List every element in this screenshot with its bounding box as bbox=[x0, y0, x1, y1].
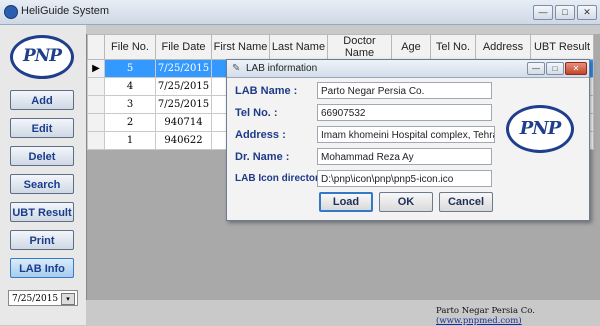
minimize-button[interactable]: — bbox=[533, 5, 553, 20]
logo-preview-text: PNP bbox=[519, 118, 562, 139]
dialog-title-bar: ✎ LAB information — □ ✕ bbox=[227, 60, 589, 78]
column-header-doctor-name[interactable]: Doctor Name bbox=[327, 34, 392, 60]
file-no-cell[interactable]: 5 bbox=[104, 59, 156, 78]
file-date-cell[interactable]: 7/25/2015 bbox=[155, 59, 212, 78]
maximize-button[interactable]: □ bbox=[555, 5, 575, 20]
row-header[interactable] bbox=[87, 77, 105, 96]
address-label: Address : bbox=[235, 129, 286, 141]
row-header[interactable] bbox=[87, 95, 105, 114]
file-date-cell[interactable]: 940622 bbox=[155, 131, 212, 150]
delete-button[interactable]: Delet bbox=[10, 146, 74, 166]
title-bar: HeliGuide System — □ ✕ bbox=[0, 0, 600, 25]
file-date-cell[interactable]: 7/25/2015 bbox=[155, 77, 212, 96]
column-header-file-date[interactable]: File Date bbox=[155, 34, 212, 60]
lab-name-label: LAB Name : bbox=[235, 85, 298, 97]
file-no-cell[interactable]: 4 bbox=[104, 77, 156, 96]
ok-button[interactable]: OK bbox=[379, 192, 433, 212]
column-header-first-name[interactable]: First Name bbox=[211, 34, 270, 60]
column-header-last-name[interactable]: Last Name bbox=[269, 34, 328, 60]
print-button[interactable]: Print bbox=[10, 230, 74, 250]
close-button[interactable]: ✕ bbox=[577, 5, 597, 20]
file-date-cell[interactable]: 940714 bbox=[155, 113, 212, 132]
pnp-logo: PNP bbox=[10, 35, 74, 79]
dialog-minimize-button[interactable]: — bbox=[527, 62, 545, 75]
dr-name-field[interactable]: Mohammad Reza Ay bbox=[317, 148, 492, 165]
footer: Parto Negar Persia Co. (www.pnpmed.com) bbox=[436, 306, 600, 326]
dr-name-label: Dr. Name : bbox=[235, 151, 290, 163]
column-header-ubt-result[interactable]: UBT Result bbox=[530, 34, 594, 60]
add-button[interactable]: Add bbox=[10, 90, 74, 110]
footer-company: Parto Negar Persia Co. bbox=[436, 306, 535, 316]
icon-directory-field[interactable]: D:\pnp\icon\pnp\pnp5-icon.ico bbox=[317, 170, 492, 187]
grid-header-row: File No. File Date First Name Last Name … bbox=[87, 34, 594, 60]
date-value: 7/25/2015 bbox=[12, 294, 59, 304]
search-button[interactable]: Search bbox=[10, 174, 74, 194]
file-date-cell[interactable]: 7/25/2015 bbox=[155, 95, 212, 114]
row-header-corner bbox=[87, 34, 105, 60]
lab-information-dialog: ✎ LAB information — □ ✕ LAB Name : Parto… bbox=[226, 59, 590, 221]
lab-info-button[interactable]: LAB Info bbox=[10, 258, 74, 278]
file-no-cell[interactable]: 2 bbox=[104, 113, 156, 132]
column-header-address[interactable]: Address bbox=[475, 34, 531, 60]
lab-name-field[interactable]: Parto Negar Persia Co. bbox=[317, 82, 492, 99]
load-button[interactable]: Load bbox=[319, 192, 373, 212]
logo-text: PNP bbox=[22, 46, 62, 66]
tel-no-field[interactable]: 66907532 bbox=[317, 104, 492, 121]
pnp-logo-preview: PNP bbox=[506, 105, 574, 153]
left-panel: PNP Add Edit Delet Search UBT Result Pri… bbox=[0, 25, 86, 325]
tel-no-label: Tel No. : bbox=[235, 107, 278, 119]
file-no-cell[interactable]: 3 bbox=[104, 95, 156, 114]
column-header-age[interactable]: Age bbox=[391, 34, 431, 60]
ubt-result-button[interactable]: UBT Result bbox=[10, 202, 74, 222]
column-header-tel-no[interactable]: Tel No. bbox=[430, 34, 476, 60]
column-header-file-no[interactable]: File No. bbox=[104, 34, 156, 60]
row-header[interactable] bbox=[87, 113, 105, 132]
file-no-cell[interactable]: 1 bbox=[104, 131, 156, 150]
wrench-icon: ✎ bbox=[232, 63, 241, 74]
date-picker[interactable]: 7/25/2015 ▾ bbox=[8, 290, 78, 306]
cancel-button[interactable]: Cancel bbox=[439, 192, 493, 212]
calendar-dropdown-icon[interactable]: ▾ bbox=[61, 293, 75, 305]
app-icon bbox=[4, 5, 18, 19]
window-title: HeliGuide System bbox=[21, 5, 110, 17]
dialog-close-button[interactable]: ✕ bbox=[565, 62, 587, 75]
address-field[interactable]: Imam khomeini Hospital complex, Tehran bbox=[317, 126, 495, 143]
edit-button[interactable]: Edit bbox=[10, 118, 74, 138]
icon-directory-label: LAB Icon directory: bbox=[235, 173, 328, 184]
dialog-title: LAB information bbox=[246, 63, 318, 74]
dialog-maximize-button[interactable]: □ bbox=[546, 62, 564, 75]
current-row-indicator: ▶ bbox=[87, 59, 105, 78]
row-header[interactable] bbox=[87, 131, 105, 150]
